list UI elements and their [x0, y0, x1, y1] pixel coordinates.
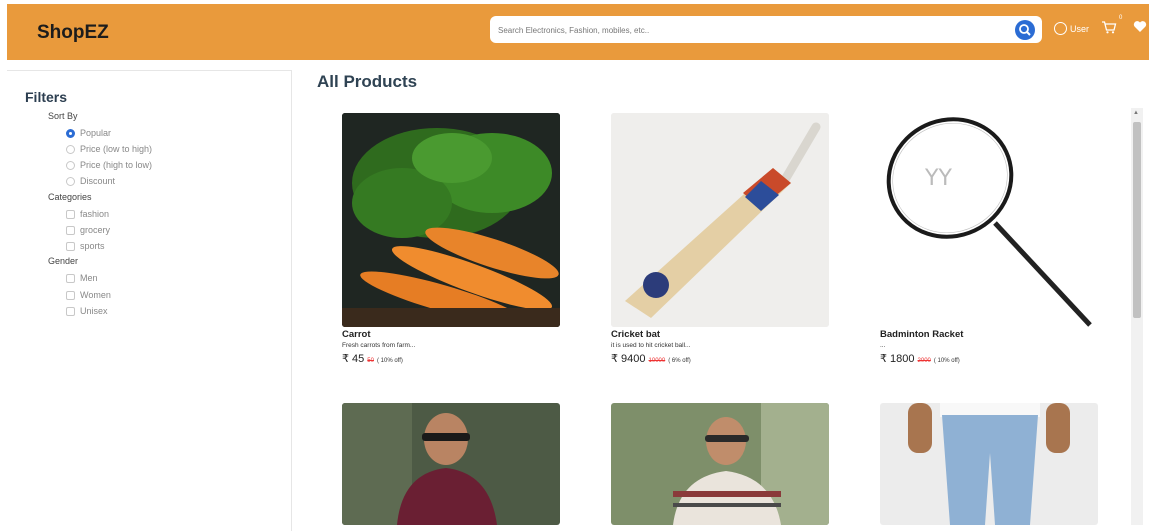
category-grocery[interactable]: grocery — [66, 225, 110, 235]
option-label: Unisex — [80, 306, 108, 316]
price-discount: ( 10% off) — [376, 358, 403, 364]
radio-icon — [66, 176, 75, 186]
brand-logo[interactable]: ShopEZ — [37, 22, 109, 44]
filters-panel — [7, 70, 292, 531]
sort-option-price-low-high[interactable]: Price (low to high) — [66, 144, 152, 154]
sort-option-discount[interactable]: Discount — [66, 176, 115, 186]
price-original: 2000 — [917, 358, 931, 364]
cart-icon[interactable] — [1101, 20, 1117, 39]
checkbox-icon — [66, 290, 75, 300]
price-current: ₹ 1800 — [880, 353, 915, 365]
product-image-cricket-bat[interactable] — [611, 113, 829, 327]
filters-title: Filters — [25, 89, 68, 105]
product-title[interactable]: Cricket bat — [611, 329, 660, 340]
user-label: User — [1070, 23, 1090, 34]
product-price: ₹ 45 50 ( 10% off) — [342, 352, 403, 365]
option-label: sports — [80, 241, 105, 251]
radio-icon — [66, 144, 75, 154]
search-input[interactable] — [496, 20, 1000, 41]
option-label: Price (high to low) — [80, 160, 153, 170]
category-sports[interactable]: sports — [66, 241, 105, 251]
gender-label: Gender — [48, 256, 79, 266]
checkbox-icon — [66, 225, 75, 235]
price-discount: ( 10% off) — [933, 358, 960, 364]
product-image-jeans[interactable] — [880, 403, 1098, 525]
option-label: Popular — [80, 128, 112, 138]
heart-icon[interactable] — [1133, 20, 1147, 38]
option-label: Men — [80, 273, 98, 283]
product-price: ₹ 1800 2000 ( 10% off) — [880, 352, 960, 365]
product-description: ... — [880, 342, 886, 349]
cart-count-badge: 0 — [1119, 15, 1123, 21]
category-fashion[interactable]: fashion — [66, 209, 109, 219]
radio-icon — [66, 160, 75, 170]
page-title: All Products — [317, 72, 418, 91]
scrollbar-thumb[interactable] — [1133, 122, 1141, 318]
search-icon[interactable] — [1014, 19, 1036, 41]
price-original: 10000 — [648, 358, 666, 364]
product-description: it is used to hit cricket ball... — [611, 342, 691, 349]
product-description: Fresh carrots from farm... — [342, 342, 416, 349]
product-image-badminton-racket[interactable]: YY — [880, 113, 1098, 327]
search-bar — [490, 16, 1042, 43]
product-image-carrot[interactable] — [342, 113, 560, 327]
option-label: Price (low to high) — [80, 144, 153, 154]
checkbox-icon — [66, 209, 75, 219]
option-label: Women — [80, 290, 111, 300]
sort-option-popular[interactable]: Popular — [66, 128, 111, 138]
gender-unisex[interactable]: Unisex — [66, 306, 108, 316]
svg-text:YY: YY — [924, 166, 952, 191]
user-icon — [1054, 22, 1067, 35]
product-image-men-tshirt[interactable] — [611, 403, 829, 525]
price-current: ₹ 45 — [342, 353, 365, 365]
price-original: 50 — [367, 358, 374, 364]
user-menu[interactable]: User — [1054, 22, 1089, 35]
checkbox-icon — [66, 241, 75, 251]
checkbox-icon — [66, 273, 75, 283]
option-label: Discount — [80, 176, 116, 186]
scroll-up-arrow-icon[interactable]: ▲ — [1133, 110, 1139, 116]
product-title[interactable]: Badminton Racket — [880, 329, 963, 340]
option-label: grocery — [80, 225, 111, 235]
price-discount: ( 6% off) — [668, 358, 691, 364]
radio-checked-icon — [66, 128, 75, 138]
categories-label: Categories — [48, 192, 92, 202]
option-label: fashion — [80, 209, 110, 219]
sort-by-label: Sort By — [48, 111, 78, 121]
product-title[interactable]: Carrot — [342, 329, 371, 340]
gender-women[interactable]: Women — [66, 290, 111, 300]
checkbox-icon — [66, 306, 75, 316]
product-image-men-shirt[interactable] — [342, 403, 560, 525]
sort-option-price-high-low[interactable]: Price (high to low) — [66, 160, 152, 170]
price-current: ₹ 9400 — [611, 353, 646, 365]
product-price: ₹ 9400 10000 ( 6% off) — [611, 352, 691, 365]
gender-men[interactable]: Men — [66, 273, 98, 283]
